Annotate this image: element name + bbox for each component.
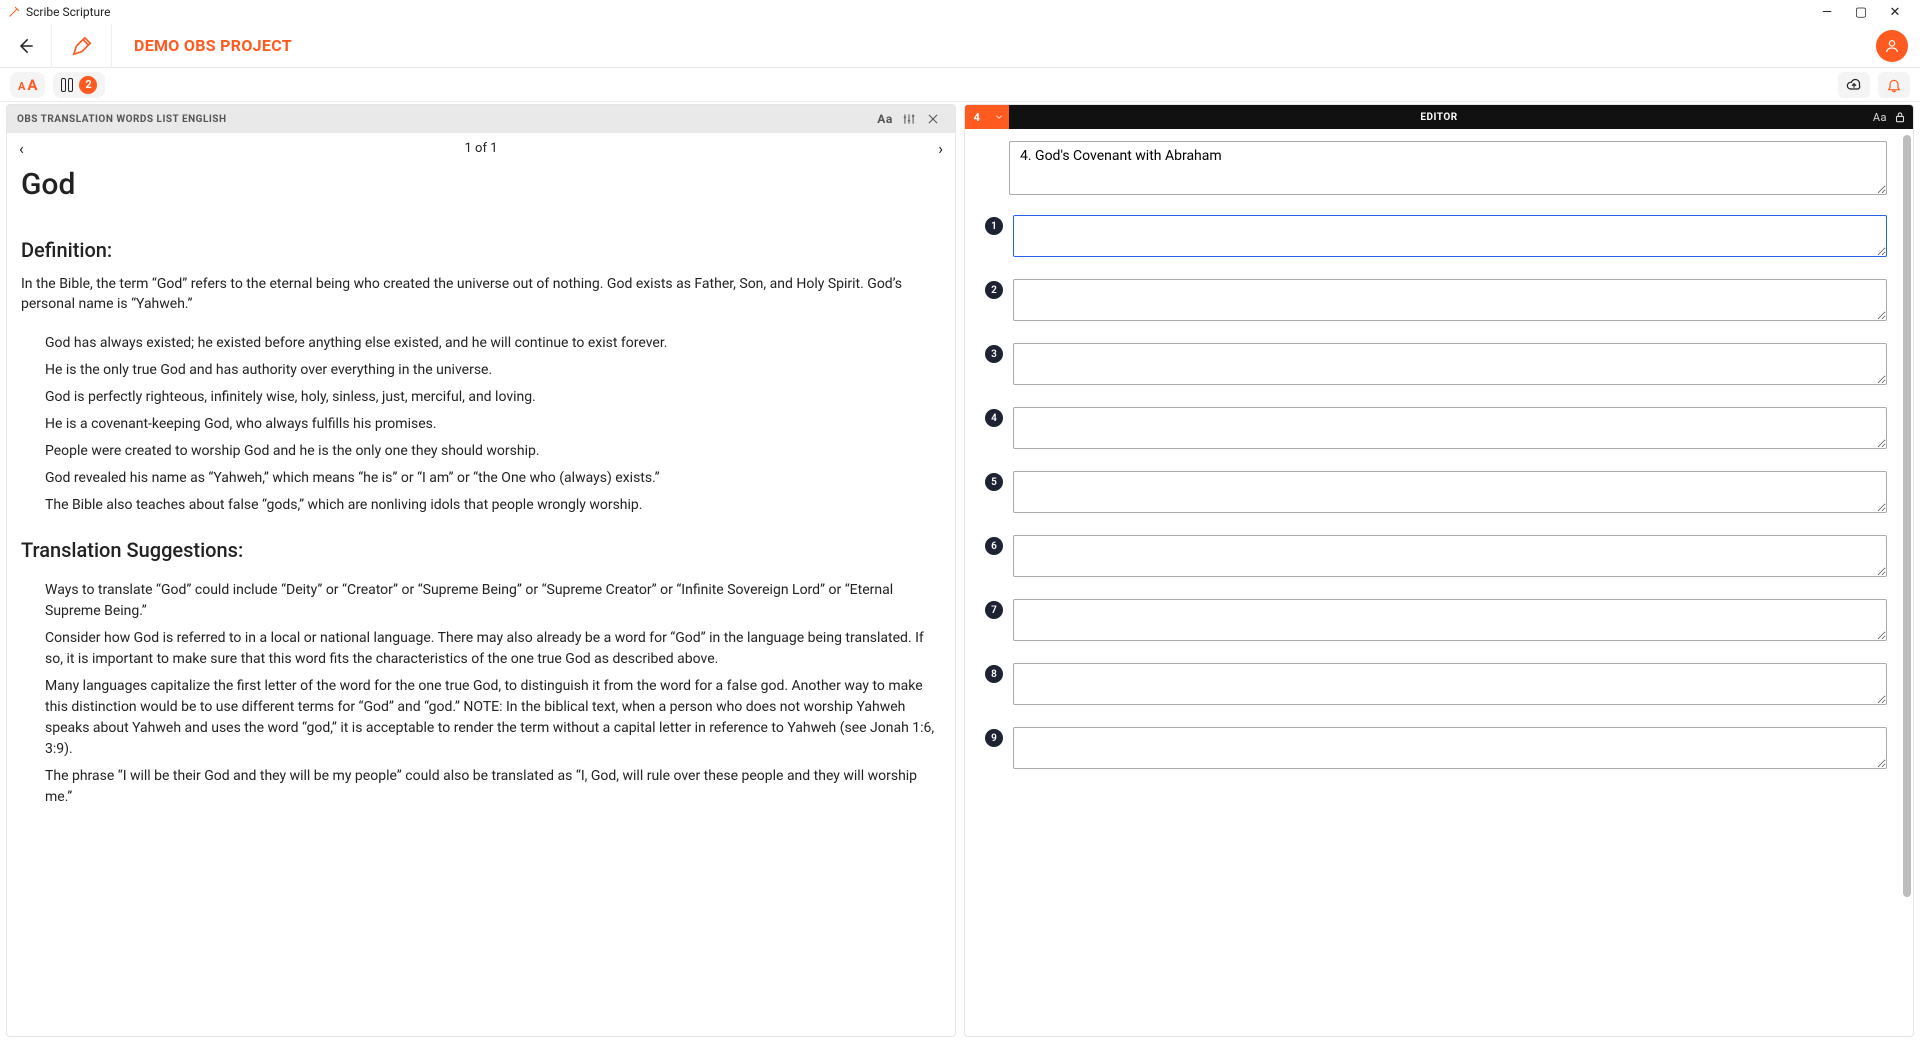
editor-label: EDITOR [1420, 112, 1457, 123]
lock-icon[interactable] [1893, 110, 1907, 124]
verse-row: 9 [985, 727, 1887, 769]
verse-number-badge: 2 [985, 281, 1003, 299]
close-pane-button[interactable] [921, 112, 945, 126]
verse-input[interactable] [1013, 535, 1887, 577]
editor-scroll[interactable]: 1 2 3 4 5 6 7 8 9 [965, 129, 1913, 1036]
verse-row: 1 [985, 215, 1887, 257]
settings-sliders-icon[interactable] [897, 112, 921, 126]
verse-input[interactable] [1013, 215, 1887, 257]
verse-input[interactable] [1013, 407, 1887, 449]
window-close-button[interactable]: ✕ [1878, 5, 1912, 20]
app-name: Scribe Scripture [26, 5, 110, 19]
project-title: DEMO OBS PROJECT [112, 36, 314, 55]
back-button[interactable] [0, 24, 52, 68]
verse-number-badge: 3 [985, 345, 1003, 363]
verse-row: 3 [985, 343, 1887, 385]
notifications-button[interactable] [1878, 72, 1910, 98]
verse-number-badge: 6 [985, 537, 1003, 555]
user-avatar-button[interactable] [1876, 30, 1908, 62]
left-pane-title: OBS TRANSLATION WORDS LIST ENGLISH [17, 114, 227, 125]
chapter-number-button[interactable]: 4 [965, 105, 989, 129]
layout-columns-button[interactable]: 2 [53, 72, 105, 98]
toolbar: AA 2 [0, 68, 1920, 102]
verse-row: 7 [985, 599, 1887, 641]
verse-input[interactable] [1013, 727, 1887, 769]
suggestions-list-item: The phrase “I will be their God and they… [45, 766, 941, 808]
verse-number-badge: 4 [985, 409, 1003, 427]
story-title-input[interactable] [1009, 141, 1887, 195]
definition-list-item: The Bible also teaches about false “gods… [45, 495, 941, 516]
verse-input[interactable] [1013, 343, 1887, 385]
definition-list-item: He is the only true God and has authorit… [45, 360, 941, 381]
left-pane: OBS TRANSLATION WORDS LIST ENGLISH Aa ‹ … [6, 104, 956, 1037]
article-content: God Definition: In the Bible, the term “… [7, 163, 955, 1036]
definition-list-item: People were created to worship God and h… [45, 441, 941, 462]
pager-text: 1 of 1 [465, 141, 498, 156]
verse-number-badge: 1 [985, 217, 1003, 235]
left-pane-header: OBS TRANSLATION WORDS LIST ENGLISH Aa [7, 105, 955, 133]
verse-number-badge: 7 [985, 601, 1003, 619]
window-maximize-button[interactable]: ▢ [1844, 5, 1878, 20]
window-titlebar: Scribe Scripture — ▢ ✕ [0, 0, 1920, 24]
definition-list-item: He is a covenant-keeping God, who always… [45, 414, 941, 435]
pen-icon[interactable] [52, 24, 112, 68]
next-button[interactable]: › [938, 139, 943, 158]
cloud-sync-button[interactable] [1838, 72, 1870, 98]
editor-header: 4 EDITOR Aa [965, 105, 1913, 129]
verse-input[interactable] [1013, 471, 1887, 513]
definition-paragraph: In the Bible, the term “God” refers to t… [21, 274, 941, 315]
suggestions-list-item: Many languages capitalize the first lett… [45, 676, 941, 760]
layout-count-badge: 2 [79, 76, 97, 94]
columns-icon [61, 78, 73, 92]
right-pane: 4 EDITOR Aa 1 2 3 4 5 6 7 8 9 [964, 104, 1914, 1037]
suggestions-list: Ways to translate “God” could include “D… [21, 580, 941, 808]
prev-button[interactable]: ‹ [19, 139, 24, 158]
verse-number-badge: 5 [985, 473, 1003, 491]
app-header: DEMO OBS PROJECT [0, 24, 1920, 68]
chapter-dropdown-button[interactable] [989, 105, 1009, 129]
definition-list: God has always existed; he existed befor… [21, 333, 941, 516]
scrollbar[interactable] [1903, 135, 1911, 1032]
suggestions-list-item: Consider how God is referred to in a loc… [45, 628, 941, 670]
verse-row: 2 [985, 279, 1887, 321]
app-icon [8, 6, 20, 18]
verse-row: 5 [985, 471, 1887, 513]
verse-input[interactable] [1013, 279, 1887, 321]
definition-list-item: God has always existed; he existed befor… [45, 333, 941, 354]
verse-row: 6 [985, 535, 1887, 577]
suggestions-list-item: Ways to translate “God” could include “D… [45, 580, 941, 622]
verse-number-badge: 8 [985, 665, 1003, 683]
verse-input[interactable] [1013, 663, 1887, 705]
verse-number-badge: 9 [985, 729, 1003, 747]
editor-font-icon[interactable]: Aa [1873, 111, 1887, 124]
window-minimize-button[interactable]: — [1810, 5, 1844, 20]
definition-list-item: God revealed his name as “Yahweh,” which… [45, 468, 941, 489]
suggestions-heading: Translation Suggestions: [21, 538, 941, 562]
pager-row: ‹ 1 of 1 › [7, 133, 955, 163]
definition-list-item: God is perfectly righteous, infinitely w… [45, 387, 941, 408]
verse-row: 8 [985, 663, 1887, 705]
verse-row: 4 [985, 407, 1887, 449]
verse-input[interactable] [1013, 599, 1887, 641]
definition-heading: Definition: [21, 238, 941, 262]
article-heading: God [21, 167, 941, 202]
font-icon[interactable]: Aa [873, 112, 897, 126]
font-size-toggle[interactable]: AA [10, 72, 45, 98]
